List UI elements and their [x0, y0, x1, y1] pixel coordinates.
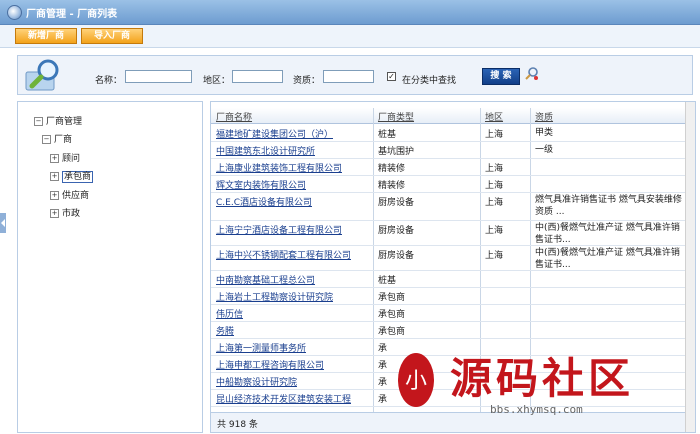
name-label: 名称：	[95, 76, 123, 86]
table-header: 厂商名称 厂商类型 地区 资质	[211, 108, 685, 124]
type-cell: 承包商	[378, 293, 406, 303]
type-cell: 承	[378, 344, 388, 354]
table-row[interactable]: 伟历信 承包商	[211, 304, 685, 322]
region-cell: 上海	[485, 130, 504, 140]
page-title: 厂商管理 - 厂商列表	[26, 9, 118, 20]
table-row[interactable]: 辉文室内装饰有限公司 精装修 上海	[211, 175, 685, 193]
region-cell: 上海	[485, 226, 504, 236]
column-header-type[interactable]: 厂商类型	[378, 110, 414, 123]
name-cell[interactable]: 上海岩土工程勘察设计研究院	[216, 290, 333, 303]
type-cell: 精装修	[378, 164, 406, 174]
column-header-qualification[interactable]: 资质	[535, 110, 553, 123]
region-label: 地区：	[203, 76, 231, 86]
search-button[interactable]: 搜 索	[482, 68, 520, 85]
type-cell: 基坑围护	[378, 147, 415, 157]
category-search-label: 在分类中查找	[402, 76, 457, 86]
name-cell[interactable]: 上海康业建筑装饰工程有限公司	[216, 161, 342, 174]
type-cell: 桩基	[378, 276, 397, 286]
type-cell: 承	[378, 361, 388, 371]
region-cell: 上海	[485, 251, 504, 261]
expand-icon[interactable]: +	[50, 191, 59, 200]
type-cell: 承	[378, 378, 388, 388]
tree-node-municipal[interactable]: + 市政	[50, 206, 80, 219]
name-cell[interactable]: 中国建筑东北设计研究所	[216, 144, 315, 157]
chevron-left-icon	[1, 219, 5, 227]
column-header-region[interactable]: 地区	[485, 110, 503, 123]
table-row[interactable]: 中国建筑东北设计研究所 基坑围护 一级	[211, 141, 685, 159]
table-row[interactable]: 上海康业建筑装饰工程有限公司 精装修 上海	[211, 158, 685, 176]
region-cell: 上海	[485, 198, 504, 208]
advanced-search-icon[interactable]	[524, 66, 540, 82]
qualification-label: 资质：	[293, 76, 321, 86]
name-cell[interactable]: 上海申都工程咨询有限公司	[216, 358, 324, 371]
search-panel: 名称： 地区： 资质： ✓ 在分类中查找 搜 索	[17, 55, 693, 95]
category-tree: − 厂商管理 − 厂商 + 顾问 + 承包商 + 供应商 + 市政	[17, 101, 203, 433]
name-cell[interactable]: 福建地矿建设集团公司（沪）	[216, 127, 333, 140]
name-cell[interactable]: 伟历信	[216, 307, 243, 320]
magnifier-icon	[25, 59, 59, 91]
expand-icon[interactable]: +	[50, 172, 59, 181]
table-row[interactable]: 上海宁宁酒店设备工程有限公司 厨房设备 上海 中(西)餐燃气灶准产证 燃气具准许销售证…	[211, 220, 685, 246]
type-cell: 承包商	[378, 310, 406, 320]
vertical-scrollbar[interactable]	[685, 102, 695, 432]
watermark-logo-icon: 小	[398, 353, 434, 407]
watermark-text: 源码社区	[450, 354, 635, 403]
tree-node-supplier[interactable]: + 供应商	[50, 188, 89, 201]
tree-node-vendors[interactable]: − 厂商	[42, 132, 72, 145]
name-cell[interactable]: 务腾	[216, 324, 234, 337]
table-row[interactable]: 中南勘察基础工程总公司 桩基	[211, 270, 685, 288]
tree-node-contractor[interactable]: + 承包商	[50, 169, 94, 183]
tree-node-consultant[interactable]: + 顾问	[50, 151, 80, 164]
qualification-cell: 中(西)餐燃气灶准产证 燃气具准许销售证书...	[535, 223, 680, 245]
category-search-checkbox[interactable]: ✓	[387, 72, 396, 81]
toolbar: 新增厂商 导入厂商	[0, 25, 700, 48]
table-row[interactable]: 务腾 承包商	[211, 321, 685, 339]
qualification-input[interactable]	[323, 70, 374, 83]
name-cell[interactable]: 上海宁宁酒店设备工程有限公司	[216, 223, 342, 236]
qualification-cell: 一级	[535, 145, 554, 155]
tree-node-root[interactable]: − 厂商管理	[34, 114, 82, 127]
add-vendor-button[interactable]: 新增厂商	[15, 28, 77, 44]
type-cell: 桩基	[378, 130, 397, 140]
region-cell: 上海	[485, 181, 504, 191]
name-input[interactable]	[125, 70, 192, 83]
region-cell: 上海	[485, 164, 504, 174]
expand-icon[interactable]: +	[50, 154, 59, 163]
qualification-cell: 甲类	[535, 128, 554, 138]
name-cell[interactable]: 辉文室内装饰有限公司	[216, 178, 306, 191]
type-cell: 承	[378, 395, 388, 405]
watermark-url: bbs.xhymsq.com	[490, 403, 583, 416]
table-row[interactable]: 上海中兴不锈钢配套工程有限公司 厨房设备 上海 中(西)餐燃气灶准产证 燃气具准许销售…	[211, 245, 685, 271]
name-cell[interactable]: 昆山经济技术开发区建筑安装工程	[216, 392, 351, 405]
type-cell: 厨房设备	[378, 226, 415, 236]
qualification-cell: 燃气具准许销售证书 燃气具安装维修资质 ...	[535, 195, 682, 217]
column-header-name[interactable]: 厂商名称	[216, 110, 252, 123]
name-cell[interactable]: 上海第一测量师事务所	[216, 341, 306, 354]
table-row[interactable]: 上海岩土工程勘察设计研究院 承包商	[211, 287, 685, 305]
app-icon	[7, 5, 22, 20]
title-bar: 厂商管理 - 厂商列表	[0, 0, 700, 25]
type-cell: 承包商	[378, 327, 406, 337]
svg-text:小: 小	[405, 369, 427, 394]
type-cell: 厨房设备	[378, 251, 415, 261]
name-cell[interactable]: 中船勘察设计研究院	[216, 375, 297, 388]
region-input[interactable]	[232, 70, 283, 83]
table-footer: 共 918 条	[211, 412, 685, 432]
table-row[interactable]: C.E.C酒店设备有限公司 厨房设备 上海 燃气具准许销售证书 燃气具安装维修资质 .…	[211, 192, 685, 221]
import-vendor-button[interactable]: 导入厂商	[81, 28, 143, 44]
record-count: 共 918 条	[217, 420, 258, 430]
table-row[interactable]: 福建地矿建设集团公司（沪） 桩基 上海 甲类	[211, 124, 685, 142]
type-cell: 精装修	[378, 181, 406, 191]
name-cell[interactable]: 中南勘察基础工程总公司	[216, 273, 315, 286]
collapse-icon[interactable]: −	[34, 117, 43, 126]
expand-icon[interactable]: +	[50, 209, 59, 218]
name-cell[interactable]: C.E.C酒店设备有限公司	[216, 195, 312, 208]
qualification-cell: 中(西)餐燃气灶准产证 燃气具准许销售证书...	[535, 248, 680, 270]
name-cell[interactable]: 上海中兴不锈钢配套工程有限公司	[216, 248, 351, 261]
type-cell: 厨房设备	[378, 198, 415, 208]
sidebar-collapse-handle[interactable]	[0, 213, 6, 233]
collapse-icon[interactable]: −	[42, 135, 51, 144]
